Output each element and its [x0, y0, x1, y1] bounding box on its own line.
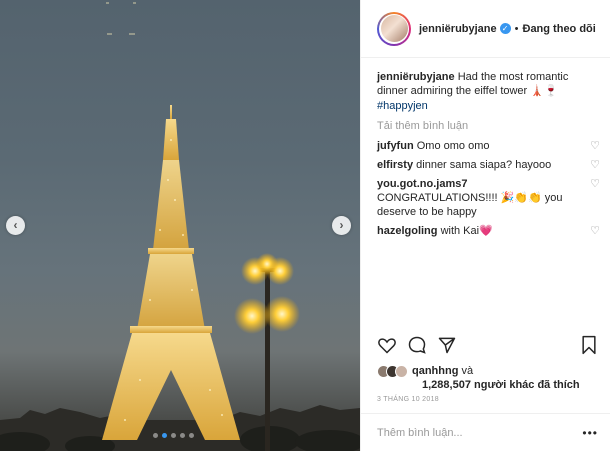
avatar	[380, 15, 408, 42]
comment-text: with Kai💗	[440, 225, 493, 237]
carousel-dot	[153, 433, 158, 438]
post-actions	[377, 335, 600, 361]
comment-username[interactable]: you.got.no.jams7	[377, 178, 467, 190]
heart-icon[interactable]: ♡	[590, 139, 600, 153]
comment-item: elfirsty dinner sama siapa? hayooo ♡	[377, 158, 600, 172]
comment-item: jufyfun Omo omo omo ♡	[377, 139, 600, 153]
post-header: jenniërubyjane ✓ • Đang theo dõi	[361, 0, 610, 58]
comment-item: you.got.no.jams7 CONGRATULATIONS!!!! 🎉👏👏…	[377, 177, 600, 219]
likes-and-label: và	[461, 365, 474, 377]
post-caption: jenniërubyjane Had the most romantic din…	[377, 70, 587, 113]
carousel-dot	[189, 433, 194, 438]
previous-photo-button[interactable]: ‹	[6, 216, 25, 235]
liker-avatar	[395, 364, 408, 378]
caption-hashtag[interactable]: #happyjen	[377, 99, 587, 113]
carousel-dot	[180, 433, 185, 438]
comment-item: hazelgoling with Kai💗 ♡	[377, 224, 600, 238]
instagram-post: ‹ › jenniërubyjane ✓ • Đang theo dõi jen…	[0, 0, 610, 451]
comment-username[interactable]: elfirsty	[377, 159, 413, 171]
like-heart-icon[interactable]	[377, 335, 397, 355]
liker-username[interactable]: qanhhng	[412, 364, 458, 378]
likes-count[interactable]: 1,288,507	[422, 379, 471, 391]
carousel-dot-active	[162, 433, 167, 438]
heart-icon[interactable]: ♡	[590, 177, 600, 191]
add-comment-input[interactable]: Thêm bình luận... •••	[361, 413, 610, 451]
likes-others-label[interactable]: người khác đã thích	[474, 379, 580, 391]
caption-username[interactable]: jenniërubyjane	[377, 71, 455, 83]
header-username[interactable]: jenniërubyjane	[419, 23, 497, 35]
eiffel-tower-night-image	[0, 2, 360, 451]
share-icon[interactable]	[437, 335, 457, 355]
comment-username[interactable]: hazelgoling	[377, 225, 438, 237]
more-options-icon[interactable]: •••	[582, 426, 598, 440]
comment-bubble-icon[interactable]	[407, 335, 427, 355]
comment-text: CONGRATULATIONS!!!! 🎉👏👏 you deserve to b…	[377, 192, 563, 218]
following-button[interactable]: Đang theo dõi	[523, 23, 596, 35]
next-photo-button[interactable]: ›	[332, 216, 351, 235]
comment-text: dinner sama siapa? hayooo	[416, 159, 552, 171]
comments-section: jenniërubyjane Had the most romantic din…	[361, 58, 610, 330]
add-comment-placeholder: Thêm bình luận...	[377, 426, 463, 439]
likes-summary: qanhhng và 1,288,507 người khác đã thích	[377, 364, 580, 392]
carousel-dot	[171, 433, 176, 438]
comment-username[interactable]: jufyfun	[377, 140, 414, 152]
post-date[interactable]: 3 THÁNG 10 2018	[377, 396, 439, 403]
save-bookmark-icon[interactable]	[580, 335, 598, 355]
heart-icon[interactable]: ♡	[590, 224, 600, 238]
load-more-comments-link[interactable]: Tải thêm bình luận	[377, 120, 594, 132]
heart-icon[interactable]: ♡	[590, 158, 600, 172]
story-ring-avatar[interactable]	[377, 11, 411, 46]
separator-dot: •	[514, 22, 519, 35]
comment-text: Omo omo omo	[416, 140, 490, 152]
verified-icon: ✓	[499, 23, 511, 34]
carousel-indicator	[153, 433, 194, 438]
post-sidebar: jenniërubyjane ✓ • Đang theo dõi jenniër…	[360, 0, 610, 451]
post-photo[interactable]: ‹ ›	[0, 0, 360, 451]
